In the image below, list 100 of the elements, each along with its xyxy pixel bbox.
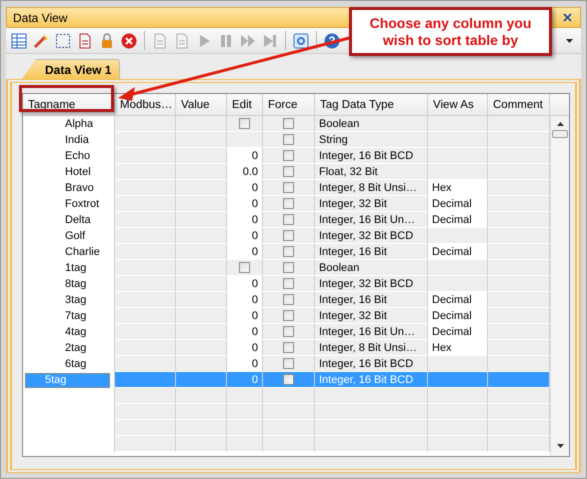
- column-header[interactable]: Tagname: [23, 94, 115, 115]
- table-cell: Decimal: [432, 294, 472, 306]
- table-cell: Integer, 8 Bit Unsi…: [319, 342, 417, 354]
- table-row[interactable]: 6tag 0 Integer, 16 Bit BCD: [23, 356, 550, 372]
- table-row[interactable]: Charlie 0 Integer, 16 Bit Decimal: [23, 244, 550, 260]
- checkbox[interactable]: [283, 198, 294, 209]
- stop-icon[interactable]: [120, 32, 138, 50]
- table-icon[interactable]: [10, 32, 28, 50]
- table-cell: Boolean: [319, 262, 360, 274]
- table-cell: Integer, 16 Bit BCD: [319, 358, 414, 370]
- table-cell: 0: [252, 374, 258, 386]
- checkbox[interactable]: [283, 326, 294, 337]
- table-row[interactable]: 3tag 0 Integer, 16 Bit Decimal: [23, 292, 550, 308]
- table-cell-text: 1tag: [64, 262, 86, 274]
- table-cell: Decimal: [432, 198, 472, 210]
- table-cell: 5tag: [25, 372, 110, 388]
- checkbox[interactable]: [283, 310, 294, 321]
- checkbox[interactable]: [283, 134, 294, 145]
- checkbox[interactable]: [283, 262, 294, 273]
- table-cell: Integer, 32 Bit BCD: [319, 278, 414, 290]
- table-cell: 0: [252, 182, 258, 194]
- table-cell: 0.0: [242, 166, 258, 178]
- table-cell: 0: [252, 198, 258, 210]
- table-cell-text: 8tag: [64, 278, 86, 290]
- selection-icon[interactable]: [54, 32, 72, 50]
- checkbox[interactable]: [283, 358, 294, 369]
- table-cell-text: 2tag: [64, 342, 86, 354]
- table-cell-text: Alpha: [64, 118, 94, 130]
- table-cell: Integer, 16 Bit: [319, 246, 387, 258]
- column-header[interactable]: Force: [263, 94, 315, 115]
- table-cell: Integer, 32 Bit BCD: [319, 230, 414, 242]
- checkbox[interactable]: [283, 294, 294, 305]
- help-icon[interactable]: [323, 32, 341, 50]
- column-header[interactable]: Comment: [488, 94, 550, 115]
- table-cell: 0: [252, 294, 258, 306]
- table-cell: Integer, 16 Bit Un…: [319, 326, 415, 338]
- table-row[interactable]: Alpha Boolean: [23, 116, 550, 132]
- table-cell: Decimal: [432, 326, 472, 338]
- table-cell: Boolean: [319, 118, 360, 130]
- checkbox[interactable]: [283, 166, 294, 177]
- table-cell-text: 7tag: [64, 310, 86, 322]
- table-cell: 0: [252, 310, 258, 322]
- scrollbar[interactable]: [550, 116, 569, 456]
- table-cell-text: India: [64, 134, 89, 146]
- checkbox[interactable]: [283, 118, 294, 129]
- table-cell: Hex: [432, 182, 452, 194]
- table-row[interactable]: Bravo 0 Integer, 8 Bit Unsi… Hex: [23, 180, 550, 196]
- table-row[interactable]: Delta 0 Integer, 16 Bit Un… Decimal: [23, 212, 550, 228]
- table-cell: Integer, 16 Bit Un…: [319, 214, 415, 226]
- checkbox[interactable]: [283, 182, 294, 193]
- table-cell-text: Foxtrot: [64, 198, 100, 210]
- table-cell: Integer, 16 Bit BCD: [319, 374, 414, 386]
- scroll-down-icon[interactable]: [556, 444, 564, 448]
- table-row[interactable]: Foxtrot 0 Integer, 32 Bit Decimal: [23, 196, 550, 212]
- table-row[interactable]: India String: [23, 132, 550, 148]
- table-cell: 0: [252, 358, 258, 370]
- column-header[interactable]: Edit: [227, 94, 263, 115]
- checkbox[interactable]: [283, 230, 294, 241]
- table-row[interactable]: Hotel 0.0 Float, 32 Bit: [23, 164, 550, 180]
- checkbox[interactable]: [283, 150, 294, 161]
- checkbox[interactable]: [239, 262, 250, 273]
- checkbox[interactable]: [283, 374, 294, 385]
- wand-icon[interactable]: [32, 32, 50, 50]
- table-cell: Float, 32 Bit: [319, 166, 378, 178]
- tab[interactable]: Data View 1: [22, 59, 120, 79]
- window-title: Data View: [13, 10, 68, 24]
- table-cell: 0: [252, 150, 258, 162]
- table-cell-text: Golf: [64, 230, 86, 242]
- table-row[interactable]: Golf 0 Integer, 32 Bit BCD: [23, 228, 550, 244]
- close-icon[interactable]: [563, 13, 572, 22]
- caret-icon[interactable]: [566, 38, 573, 42]
- table-cell: Integer, 16 Bit BCD: [319, 150, 414, 162]
- checkbox[interactable]: [283, 278, 294, 289]
- checkbox[interactable]: [283, 246, 294, 257]
- table-row[interactable]: 4tag 0 Integer, 16 Bit Un… Decimal: [23, 324, 550, 340]
- checkbox[interactable]: [239, 118, 250, 129]
- table-row[interactable]: 2tag 0 Integer, 8 Bit Unsi… Hex: [23, 340, 550, 356]
- table-cell-text: 3tag: [64, 294, 86, 306]
- table-cell: Decimal: [432, 310, 472, 322]
- table-row[interactable]: 8tag 0 Integer, 32 Bit BCD: [23, 276, 550, 292]
- table-cell: 0: [252, 342, 258, 354]
- checkbox[interactable]: [283, 214, 294, 225]
- table-cell: 0: [252, 214, 258, 226]
- table-row[interactable]: Echo 0 Integer, 16 Bit BCD: [23, 148, 550, 164]
- table-cell: 0: [252, 246, 258, 258]
- table-cell-text: 4tag: [64, 326, 86, 338]
- column-header[interactable]: View As: [428, 94, 488, 115]
- table-cell-text: Delta: [64, 214, 91, 226]
- column-header[interactable]: Tag Data Type: [315, 94, 428, 115]
- scroll-thumb[interactable]: [552, 130, 568, 138]
- table-row[interactable]: 1tag Boolean: [23, 260, 550, 276]
- table-cell-text: Echo: [64, 150, 90, 162]
- table-cell: Integer, 16 Bit: [319, 294, 387, 306]
- checkbox[interactable]: [283, 342, 294, 353]
- table-cell: Integer, 32 Bit: [319, 310, 387, 322]
- table-row[interactable]: 7tag 0 Integer, 32 Bit Decimal: [23, 308, 550, 324]
- scroll-up-icon[interactable]: [556, 122, 564, 126]
- column-header[interactable]: Value: [176, 94, 227, 115]
- table-cell-text: Charlie: [64, 246, 100, 258]
- callout-text: Choose any column you wish to sort table by: [368, 14, 532, 48]
